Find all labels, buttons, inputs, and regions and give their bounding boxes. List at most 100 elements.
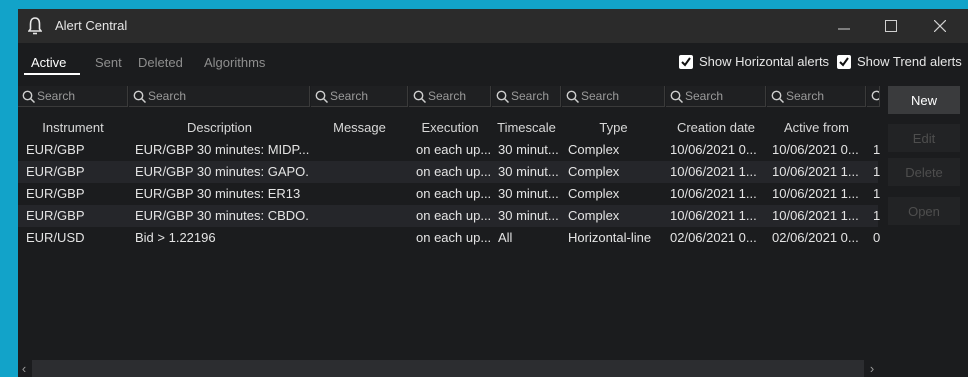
search-instrument-input[interactable]: Search [18, 86, 128, 107]
cell-active-from: 10/06/2021 1... [772, 208, 859, 223]
alert-central-window: Alert Central Active Sent Deleted Algori… [18, 9, 968, 377]
cell-message [316, 183, 406, 205]
edit-button[interactable]: Edit [888, 124, 960, 152]
minimize-icon [838, 28, 850, 30]
search-timescale-input[interactable]: Search [492, 86, 561, 107]
open-button[interactable]: Open [888, 197, 960, 225]
header-description[interactable]: Description [129, 117, 310, 139]
cell-instrument: EUR/GBP [26, 164, 85, 179]
search-creation-date-input[interactable]: Search [666, 86, 766, 107]
cell-creation-date: 10/06/2021 1... [670, 208, 757, 223]
new-alert-button[interactable]: New [888, 86, 960, 114]
cell-active-from: 10/06/2021 1... [772, 164, 859, 179]
search-placeholder: Search [786, 89, 825, 103]
horizontal-scrollbar[interactable]: ‹ › [18, 360, 878, 377]
cell-execution: on each up... [416, 230, 492, 245]
header-active-from[interactable]: Active from [767, 117, 866, 139]
checkbox-checked[interactable] [837, 54, 851, 69]
search-icon [413, 90, 426, 103]
cell-instrument: EUR/USD [26, 230, 85, 245]
scroll-left-arrow[interactable]: ‹ [18, 360, 30, 377]
tab-algorithms[interactable]: Algorithms [204, 55, 265, 70]
search-icon [133, 90, 146, 103]
minimize-button[interactable] [822, 9, 866, 43]
search-icon [566, 90, 579, 103]
cell-creation-date: 10/06/2021 1... [670, 186, 757, 201]
search-icon [670, 90, 683, 103]
search-active-from-input[interactable]: Search [767, 86, 866, 107]
cell-overflow: 1 [873, 164, 880, 179]
search-placeholder: Search [37, 89, 76, 103]
cell-message [316, 205, 406, 227]
cell-description: EUR/GBP 30 minutes: MIDP... [135, 142, 310, 157]
search-placeholder: Search [581, 89, 620, 103]
table-row[interactable]: EUR/GBP EUR/GBP 30 minutes: MIDP... on e… [18, 139, 880, 161]
header-execution[interactable]: Execution [409, 117, 491, 139]
delete-button[interactable]: Delete [888, 158, 960, 186]
cell-instrument: EUR/GBP [26, 208, 85, 223]
cell-timescale: All [498, 230, 513, 245]
cell-description: EUR/GBP 30 minutes: CBDO... [135, 208, 310, 223]
header-creation-date[interactable]: Creation date [666, 117, 766, 139]
header-type[interactable]: Type [562, 117, 665, 139]
cell-execution: on each up... [416, 142, 492, 157]
cell-timescale: 30 minut... [498, 164, 559, 179]
cell-timescale: 30 minut... [498, 142, 559, 157]
header-message[interactable]: Message [311, 117, 408, 139]
search-type-input[interactable]: Search [562, 86, 665, 107]
scrollbar-thumb[interactable] [32, 360, 864, 377]
scroll-right-arrow[interactable]: › [866, 360, 878, 377]
action-panel: New Edit Delete Open [880, 86, 968, 377]
show-trend-alerts-checkbox[interactable]: Show Trend alerts [837, 54, 962, 69]
cell-instrument: EUR/GBP [26, 186, 85, 201]
cell-active-from: 02/06/2021 0... [772, 230, 859, 245]
search-icon [22, 90, 35, 103]
tab-active[interactable]: Active [31, 55, 66, 70]
close-icon [934, 20, 946, 32]
search-message-input[interactable]: Search [311, 86, 408, 107]
cell-overflow: 1 [873, 142, 880, 157]
search-icon [871, 90, 879, 100]
title-bar[interactable]: Alert Central [18, 9, 968, 43]
cell-message [316, 227, 406, 249]
search-placeholder: Search [511, 89, 550, 103]
tab-bar: Active Sent Deleted Algorithms Show Hori… [18, 43, 968, 76]
header-instrument[interactable]: Instrument [18, 117, 128, 139]
table-row[interactable]: EUR/GBP EUR/GBP 30 minutes: GAPO... on e… [18, 161, 880, 183]
maximize-button[interactable] [869, 9, 913, 43]
tab-sent[interactable]: Sent [95, 55, 122, 70]
window-title: Alert Central [55, 18, 128, 33]
header-timescale[interactable]: Timescale [492, 117, 561, 139]
search-icon [315, 90, 328, 103]
search-description-input[interactable]: Search [129, 86, 310, 107]
cell-overflow: 1 [873, 186, 880, 201]
cell-creation-date: 10/06/2021 0... [670, 142, 757, 157]
table-row[interactable]: EUR/USD Bid > 1.22196 on each up... All … [18, 227, 880, 249]
cell-overflow: 0 [873, 230, 880, 245]
cell-creation-date: 02/06/2021 0... [670, 230, 757, 245]
search-icon [771, 90, 784, 103]
cell-timescale: 30 minut... [498, 208, 559, 223]
table-header: Instrument Description Message Execution… [18, 117, 878, 139]
tab-deleted[interactable]: Deleted [138, 55, 183, 70]
search-placeholder: Search [685, 89, 724, 103]
checkbox-checked[interactable] [679, 54, 693, 69]
search-placeholder: Search [330, 89, 369, 103]
cell-type: Complex [568, 164, 620, 179]
show-horizontal-alerts-label: Show Horizontal alerts [699, 54, 830, 69]
show-trend-alerts-label: Show Trend alerts [857, 54, 962, 69]
bell-icon [28, 17, 42, 35]
checkmark-icon [681, 56, 691, 67]
search-execution-input[interactable]: Search [409, 86, 491, 107]
cell-execution: on each up... [416, 164, 492, 179]
search-icon [496, 90, 509, 103]
table-row[interactable]: EUR/GBP EUR/GBP 30 minutes: ER13 on each… [18, 183, 880, 205]
search-extra-input[interactable] [867, 86, 880, 107]
cell-description: Bid > 1.22196 [135, 230, 216, 245]
active-tab-indicator [24, 73, 80, 75]
cell-message [316, 161, 406, 183]
show-horizontal-alerts-checkbox[interactable]: Show Horizontal alerts [679, 54, 829, 69]
cell-active-from: 10/06/2021 0... [772, 142, 859, 157]
close-button[interactable] [918, 9, 962, 43]
table-row[interactable]: EUR/GBP EUR/GBP 30 minutes: CBDO... on e… [18, 205, 880, 227]
